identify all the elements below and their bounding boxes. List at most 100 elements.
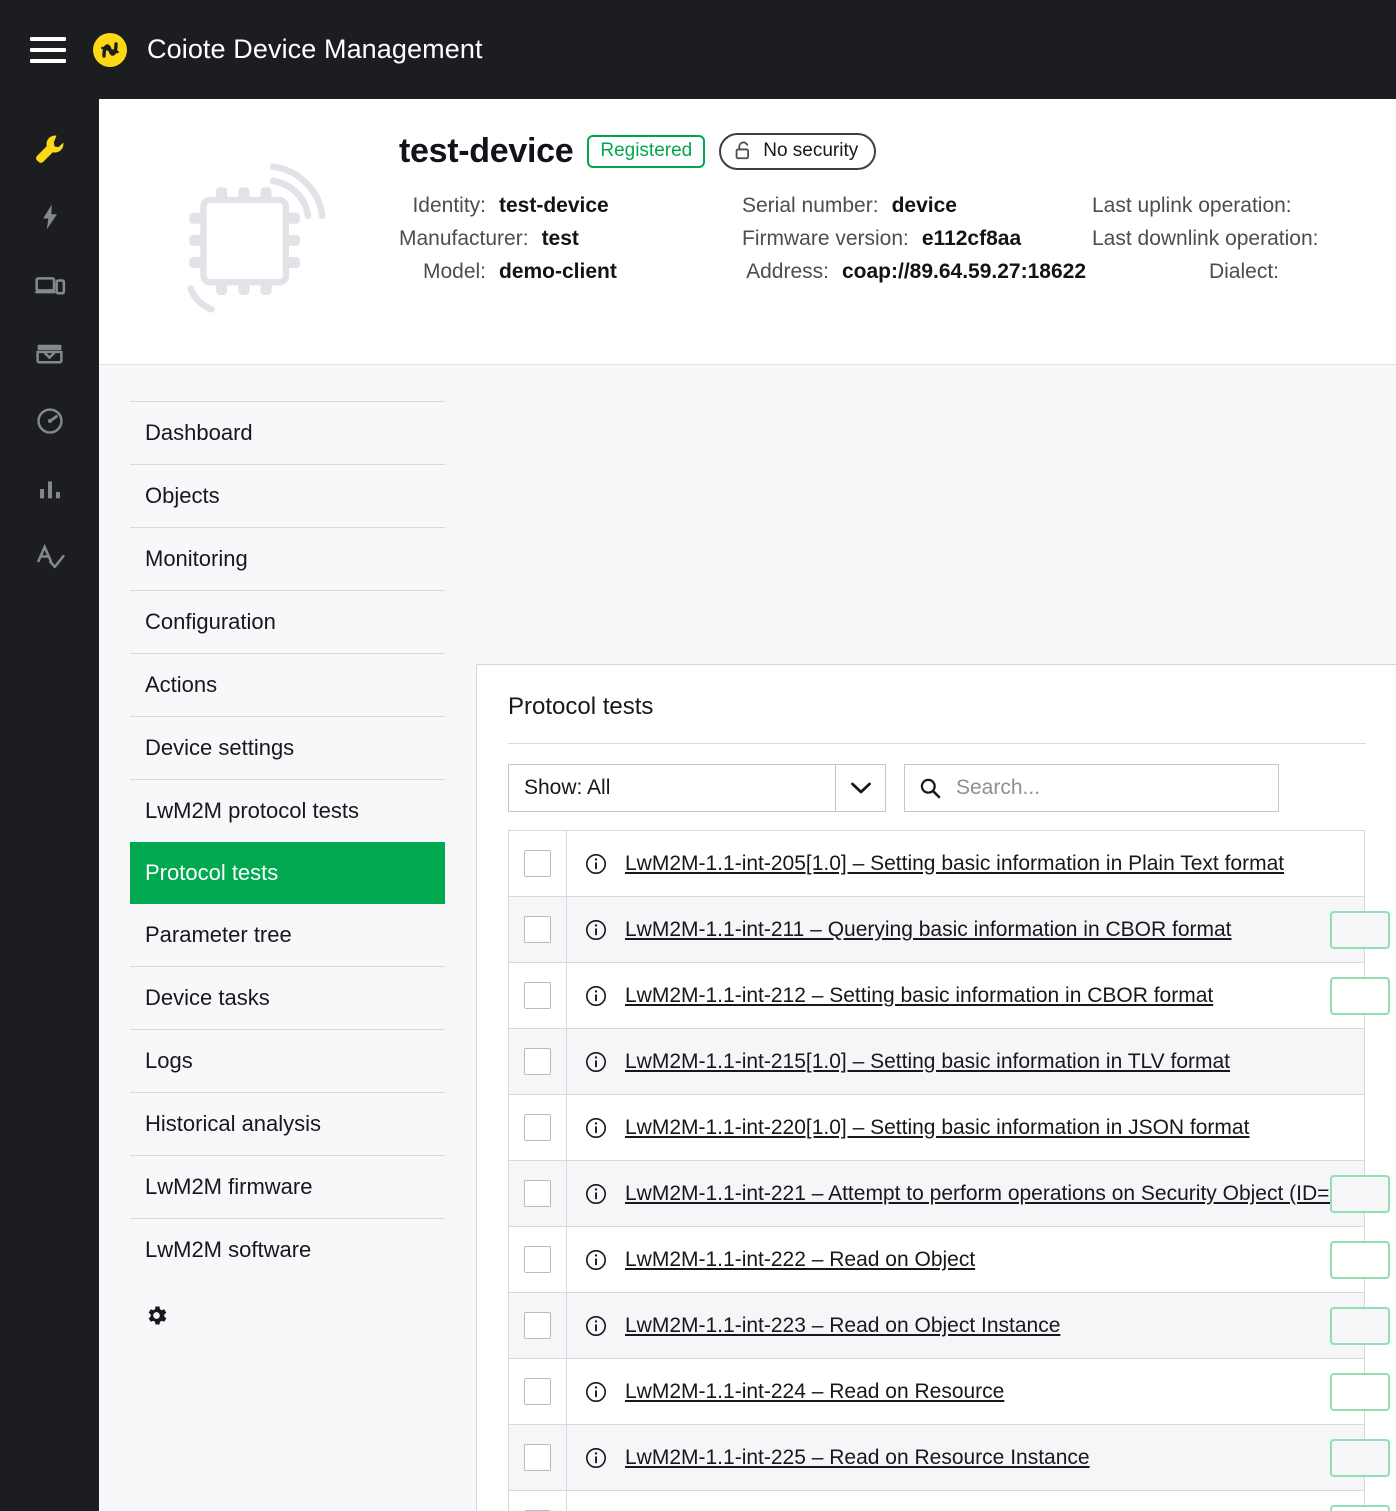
rail-item-lightning[interactable] [20,183,80,251]
sidebar-item-configuration[interactable]: Configuration [130,591,445,653]
sidebar-item-label: Device settings [145,735,295,760]
table-row[interactable]: LwM2M-1.1-int-220[1.0] – Setting basic i… [508,1094,1365,1161]
test-name-link[interactable]: LwM2M-1.1-int-221 – Attempt to perform o… [625,1182,1364,1206]
row-checkbox-cell [509,1359,567,1424]
row-checkbox[interactable] [524,1246,551,1273]
info-icon[interactable] [567,1446,625,1470]
coiote-logo-icon[interactable] [93,32,127,67]
search-box[interactable] [904,764,1279,812]
sidebar-item-lwm2m-firmware[interactable]: LwM2M firmware [130,1156,445,1218]
table-row[interactable]: LwM2M-1.1-int-221 – Attempt to perform o… [508,1160,1390,1227]
table-row[interactable]: LwM2M-1.1-int-215[1.0] – Setting basic i… [508,1028,1365,1095]
run-test-button[interactable] [1330,1174,1390,1213]
rail-item-bar-chart[interactable] [20,455,80,523]
row-checkbox-cell [509,1227,567,1292]
meta-row: Model: demo-client [399,260,742,284]
sidebar-item-lwm2m-software[interactable]: LwM2M software [130,1219,445,1281]
card-header: Protocol tests [477,665,1396,744]
row-checkbox[interactable] [524,982,551,1009]
row-checkbox[interactable] [524,1378,551,1405]
table-row[interactable]: LwM2M-1.1-int-205[1.0] – Setting basic i… [508,830,1365,897]
card-title: Protocol tests [508,693,654,720]
meta-row: Last downlink operation: [1092,227,1396,251]
meta-value: coap://89.64.59.27:18622 [842,260,1087,283]
test-name-link[interactable]: LwM2M-1.1-int-215[1.0] – Setting basic i… [625,1050,1364,1074]
chip-with-signal-icon [156,143,346,333]
info-icon[interactable] [567,1248,625,1272]
table-row[interactable]: LwM2M-1.1-int-222 – Read on Object [508,1226,1390,1293]
hamburger-bar [30,58,66,63]
row-checkbox[interactable] [524,850,551,877]
test-name-link[interactable]: LwM2M-1.1-int-211 – Querying basic infor… [625,918,1364,942]
rail-item-spellcheck[interactable] [20,523,80,591]
run-test-button[interactable] [1330,1306,1390,1345]
row-checkbox-cell [509,897,567,962]
settings-gear-button[interactable] [130,1303,445,1328]
info-icon[interactable] [567,1182,625,1206]
table-row[interactable]: LwM2M-1.1-int-211 – Querying basic infor… [508,896,1390,963]
row-checkbox[interactable] [524,1180,551,1207]
sidebar-item-actions[interactable]: Actions [130,654,445,716]
table-row[interactable]: LwM2M-1.1-int-225 – Read on Resource Ins… [508,1424,1390,1491]
row-checkbox[interactable] [524,1048,551,1075]
sidebar-item-objects[interactable]: Objects [130,465,445,527]
test-name-link[interactable]: LwM2M-1.1-int-222 – Read on Object [625,1248,1364,1272]
table-row[interactable]: LwM2M-1.1-int-212 – Setting basic inform… [508,962,1390,1029]
info-icon[interactable] [567,1314,625,1338]
run-test-button[interactable] [1330,1372,1390,1411]
test-name-link[interactable]: LwM2M-1.1-int-223 – Read on Object Insta… [625,1314,1364,1338]
info-icon[interactable] [567,1116,625,1140]
unlocked-padlock-icon [735,141,750,160]
info-icon[interactable] [567,1380,625,1404]
run-test-button[interactable] [1330,1438,1390,1477]
meta-label: Dialect: [1208,260,1279,283]
sidebar-item-device-tasks[interactable]: Device tasks [130,967,445,1029]
rail-item-wrench[interactable] [20,115,80,183]
sidebar-item-logs[interactable]: Logs [130,1030,445,1092]
row-checkbox[interactable] [524,1444,551,1471]
sidebar-item-lwm2m-protocol-tests[interactable]: LwM2M protocol tests [130,780,445,842]
device-meta: Identity: test-device Manufacturer: test… [399,194,1396,284]
run-test-button[interactable] [1330,976,1390,1015]
security-badge[interactable]: No security [719,133,877,170]
row-checkbox[interactable] [524,1114,551,1141]
search-icon [920,778,941,799]
show-filter-select[interactable]: Show: All [508,764,886,812]
info-icon[interactable] [567,984,625,1008]
run-test-button[interactable] [1330,1240,1390,1279]
hamburger-bar [30,47,66,52]
rail-item-devices[interactable] [20,251,80,319]
table-row[interactable]: LwM2M-1.1-int-226 – Write (Partial Updat… [508,1490,1390,1511]
info-icon[interactable] [567,918,625,942]
rail-item-gauge[interactable] [20,387,80,455]
hamburger-icon[interactable] [30,36,66,63]
meta-row: Last uplink operation: [1092,194,1396,218]
test-name-link[interactable]: LwM2M-1.1-int-220[1.0] – Setting basic i… [625,1116,1364,1140]
chevron-down-icon[interactable] [835,765,885,811]
sidebar-item-device-settings[interactable]: Device settings [130,717,445,779]
show-filter-value: Show: All [524,776,611,799]
lightning-bolt-icon [42,204,57,230]
run-test-button[interactable] [1330,910,1390,949]
table-row[interactable]: LwM2M-1.1-int-224 – Read on Resource [508,1358,1390,1425]
devices-icon [34,277,65,295]
rail-item-inbox[interactable] [20,319,80,387]
test-name-link[interactable]: LwM2M-1.1-int-212 – Setting basic inform… [625,984,1364,1008]
test-name-link[interactable]: LwM2M-1.1-int-205[1.0] – Setting basic i… [625,852,1364,876]
sidebar-item-dashboard[interactable]: Dashboard [130,402,445,464]
sidebar-item-historical-analysis[interactable]: Historical analysis [130,1093,445,1155]
page-title: test-device [399,132,574,170]
run-test-button[interactable] [1330,1504,1390,1511]
row-checkbox[interactable] [524,1312,551,1339]
test-name-link[interactable]: LwM2M-1.1-int-224 – Read on Resource [625,1380,1364,1404]
device-summary: test-device Registered No security Ident… [399,99,1396,284]
table-row[interactable]: LwM2M-1.1-int-223 – Read on Object Insta… [508,1292,1390,1359]
search-input[interactable] [954,775,1244,801]
sidebar-item-parameter-tree[interactable]: Parameter tree [130,904,445,966]
row-checkbox[interactable] [524,916,551,943]
info-icon[interactable] [567,1050,625,1074]
info-icon[interactable] [567,852,625,876]
sidebar-item-protocol-tests[interactable]: Protocol tests [130,842,445,904]
sidebar-item-monitoring[interactable]: Monitoring [130,528,445,590]
test-name-link[interactable]: LwM2M-1.1-int-225 – Read on Resource Ins… [625,1446,1364,1470]
